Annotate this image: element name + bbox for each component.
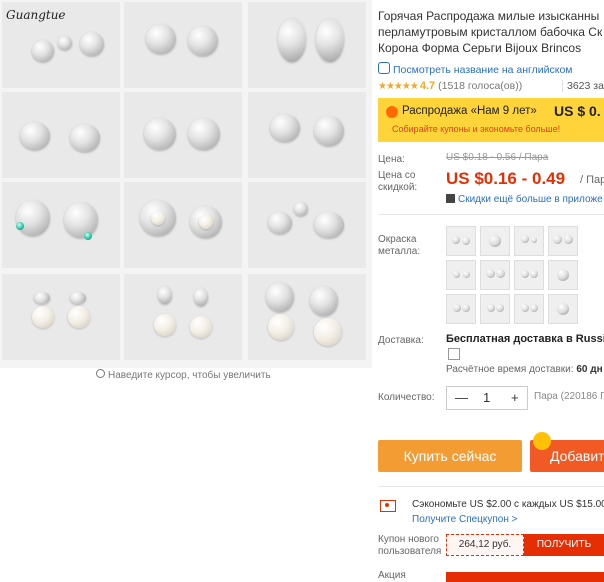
gallery-thumb-6[interactable] [248, 92, 366, 178]
shipping-estimate: Расчётное время доставки: 60 дн [446, 364, 603, 375]
color-swatch-10[interactable] [480, 294, 510, 324]
product-title: Горячая Распродажа милые изысканны перла… [378, 8, 604, 56]
star-rating-icon: ★★★★★ [378, 81, 419, 92]
color-swatch-7[interactable] [514, 260, 544, 290]
app-discount[interactable]: Скидки ещё больше в приложе [446, 194, 603, 205]
new-user-label-line-2: пользователя [378, 546, 442, 557]
quantity-decrease-button[interactable]: — [455, 390, 468, 405]
zoom-hint: Наведите курсор, чтобы увеличить [96, 369, 271, 381]
promo-subtitle: Собирайте купоны и экономьте больше! [392, 124, 561, 134]
shipping-label: Доставка: [378, 335, 424, 346]
color-swatch-1[interactable] [446, 226, 476, 256]
color-swatch-11[interactable] [514, 294, 544, 324]
divider [378, 214, 604, 215]
color-label-line-1: Окраска [378, 234, 417, 245]
gallery-thumb-8[interactable] [124, 182, 242, 268]
title-line-3: Корона Форма Серьги Bijoux Brincos [378, 41, 582, 55]
promotion-bar[interactable] [446, 572, 604, 582]
price-unit: / Пара [580, 174, 604, 186]
color-swatch-6[interactable] [480, 260, 510, 290]
orders-count: 3623 зака [562, 80, 604, 92]
buy-now-button[interactable]: Купить сейчас [378, 440, 522, 472]
shipping-estimate-value: 60 дн [576, 364, 603, 375]
discount-label-line-2: скидкой: [378, 182, 418, 193]
qr-code-icon [446, 194, 455, 203]
color-label-line-2: металла: [378, 246, 421, 257]
discount-label-line-1: Цена со [378, 170, 416, 181]
app-discount-text[interactable]: Скидки ещё больше в приложе [458, 194, 603, 205]
color-swatch-2[interactable] [480, 226, 510, 256]
title-line-2: перламутровым кристаллом бабочка Ск [378, 25, 603, 39]
gallery-thumb-9[interactable] [248, 182, 366, 268]
promotion-label: Акция [378, 570, 406, 581]
shipping-method[interactable]: Бесплатная доставка в Russian F [446, 333, 604, 345]
coupon-icon [380, 500, 396, 512]
promo-label: Распродажа «Нам 9 лет» [402, 105, 537, 117]
quantity-available: Пара (220186 Пар [534, 391, 604, 402]
quantity-stepper[interactable]: — 1 + [446, 386, 528, 410]
rating-votes[interactable]: (1518 голоса(ов)) [438, 80, 522, 92]
price-label: Цена: [378, 154, 405, 165]
discount-price-label: Цена со скидкой: [378, 170, 417, 194]
title-line-1: Горячая Распродажа милые изысканны [378, 9, 600, 23]
color-swatch-12[interactable] [548, 294, 578, 324]
quantity-increase-button[interactable]: + [511, 390, 519, 405]
old-price: US $0.18 - 0.56 / Пара [446, 152, 549, 163]
gallery-thumb-5[interactable] [124, 92, 242, 178]
clock-icon [386, 106, 398, 118]
color-swatch-3[interactable] [514, 226, 544, 256]
magnifier-icon [96, 369, 105, 378]
coupon-save-text: Сэкономьте US $2.00 с каждых US $15.00 [412, 499, 604, 510]
divider [378, 486, 604, 487]
gallery-thumb-7[interactable] [2, 182, 120, 268]
gallery-thumb-2[interactable] [124, 2, 242, 88]
new-user-label-line-1: Купон нового [378, 534, 439, 545]
brand-logo: Guangtue [6, 8, 66, 22]
gallery-thumb-10[interactable] [2, 274, 120, 360]
color-swatch-5[interactable] [446, 260, 476, 290]
translate-icon [378, 62, 390, 74]
translate-link-text[interactable]: Посмотреть название на английском [393, 64, 573, 76]
color-label: Окраска металла: [378, 234, 420, 258]
get-new-user-coupon-button[interactable]: ПОЛУЧИТЬ [524, 534, 604, 556]
gallery-thumb-11[interactable] [124, 274, 242, 360]
rating-score: 4.7 [419, 80, 436, 92]
promo-price: US $ 0. [554, 103, 601, 119]
quantity-label: Количество: [378, 392, 435, 403]
rating[interactable]: ★★★★★ 4.7 (1518 голоса(ов)) [378, 80, 522, 92]
get-coupon-link[interactable]: Получите Спецкупон > [412, 514, 518, 525]
new-user-coupon-amount: 264,12 руб. [446, 534, 524, 556]
new-user-label: Купон нового пользователя [378, 534, 441, 558]
color-swatch-8[interactable] [548, 260, 578, 290]
shipping-dropdown-icon[interactable] [448, 348, 460, 360]
color-swatch-4[interactable] [548, 226, 578, 256]
gallery-thumb-12[interactable] [248, 274, 366, 360]
color-swatch-9[interactable] [446, 294, 476, 324]
translate-link[interactable]: Посмотреть название на английском [378, 62, 573, 76]
promo-banner: Распродажа «Нам 9 лет» US $ 0. Собирайте… [378, 98, 604, 142]
gallery-thumb-4[interactable] [2, 92, 120, 178]
zoom-hint-text: Наведите курсор, чтобы увеличить [108, 370, 271, 381]
quantity-value[interactable]: 1 [483, 390, 490, 405]
product-gallery: Guangtue Наведите курсор, чтобы увеличит… [0, 0, 372, 381]
gallery-thumb-1[interactable]: Guangtue [2, 2, 120, 88]
cart-plus-icon [533, 432, 551, 450]
gallery-thumb-3[interactable] [248, 2, 366, 88]
sale-price: US $0.16 - 0.49 [446, 169, 566, 188]
product-info: Горячая Распродажа милые изысканны перла… [378, 0, 604, 582]
shipping-estimate-label: Расчётное время доставки: [446, 364, 574, 375]
